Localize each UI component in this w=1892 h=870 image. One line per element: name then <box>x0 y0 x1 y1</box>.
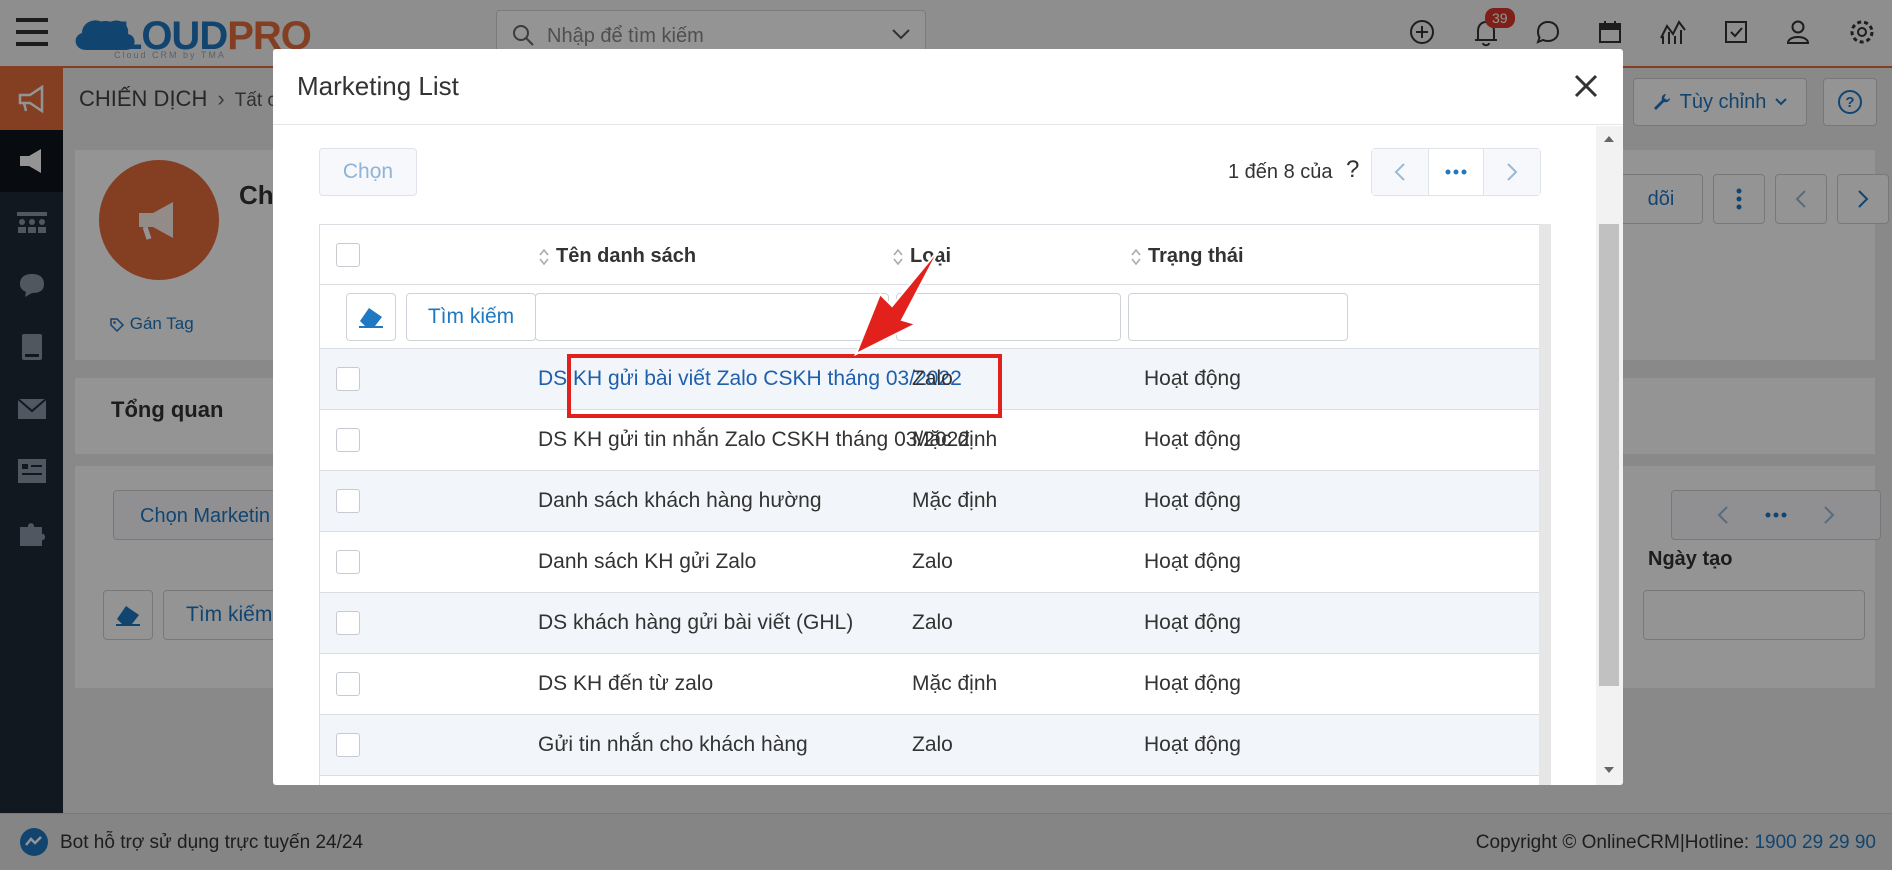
page-menu-button[interactable] <box>1428 149 1484 195</box>
row-checkbox[interactable] <box>336 428 360 452</box>
table-row[interactable]: DS KH đến từ zalo Mặc định Hoạt động <box>320 654 1540 715</box>
close-button[interactable] <box>1567 67 1605 105</box>
list-type: Zalo <box>912 367 953 390</box>
row-checkbox[interactable] <box>336 733 360 757</box>
list-status: Hoạt động <box>1144 550 1241 573</box>
filter-name-input[interactable] <box>535 293 889 341</box>
list-name-link[interactable]: DS KH gửi bài viết Zalo CSKH tháng 03/20… <box>538 367 962 391</box>
column-name-label: Tên danh sách <box>556 245 697 267</box>
list-status: Hoạt động <box>1144 733 1241 756</box>
pagination-text: 1 đến 8 của <box>1228 161 1333 183</box>
column-type-label: Loại <box>910 245 952 267</box>
close-icon <box>1573 73 1599 99</box>
select-button[interactable]: Chọn <box>319 148 417 196</box>
next-page-button[interactable] <box>1484 149 1540 195</box>
modal-header: Marketing List <box>273 49 1623 125</box>
prev-page-button[interactable] <box>1372 149 1428 195</box>
row-checkbox[interactable] <box>336 550 360 574</box>
list-name[interactable]: DS khách hàng gửi bài viết (GHL) <box>538 611 853 635</box>
table-row[interactable]: Danh sách khách hàng hường Mặc định Hoạt… <box>320 471 1540 532</box>
marketing-list-modal: Marketing List Chọn 1 đến 8 của ? Tên da… <box>273 49 1623 785</box>
list-status: Hoạt động <box>1144 611 1241 634</box>
list-name[interactable]: DS KH gửi tin nhắn Zalo CSKH tháng 03/20… <box>538 428 970 452</box>
list-type: Mặc định <box>912 672 998 695</box>
eraser-icon <box>357 305 385 329</box>
list-type: Zalo <box>912 733 953 756</box>
table-row[interactable]: Gửi tin nhắn cho khách hàng Zalo Hoạt độ… <box>320 715 1540 776</box>
row-checkbox[interactable] <box>336 672 360 696</box>
clear-filter-button[interactable] <box>346 293 396 341</box>
row-checkbox[interactable] <box>336 489 360 513</box>
table-row[interactable]: DS khách hàng gửi bài viết (GHL) Zalo Ho… <box>320 593 1540 654</box>
column-name[interactable]: Tên danh sách <box>538 245 696 268</box>
list-name[interactable]: Danh sách khách hàng hường <box>538 489 822 513</box>
table-header: Tên danh sách Loại Trạng thái <box>320 225 1550 285</box>
table-row[interactable]: Danh sách KH gửi Zalo Zalo Hoạt động <box>320 532 1540 593</box>
row-checkbox[interactable] <box>336 611 360 635</box>
row-checkbox[interactable] <box>336 367 360 391</box>
scroll-down-icon[interactable] <box>1602 765 1616 775</box>
chevron-left-icon <box>1394 162 1406 182</box>
marketing-list-table: Tên danh sách Loại Trạng thái Tìm kiếm D… <box>319 224 1551 785</box>
list-name[interactable]: Gửi tin nhắn cho khách hàng <box>538 733 808 757</box>
list-type: Mặc định <box>912 428 998 451</box>
column-status-label: Trạng thái <box>1148 245 1244 267</box>
chevron-right-icon <box>1506 162 1518 182</box>
table-scrollbar[interactable] <box>1539 224 1551 785</box>
pagination <box>1371 148 1541 196</box>
select-all-checkbox[interactable] <box>336 243 360 267</box>
scroll-up-icon[interactable] <box>1602 134 1616 144</box>
list-name[interactable]: DS KH đến từ zalo <box>538 672 713 696</box>
column-type[interactable]: Loại <box>892 245 951 268</box>
sort-icon <box>1131 248 1141 265</box>
sort-icon <box>893 248 903 265</box>
total-count-unknown[interactable]: ? <box>1346 156 1359 184</box>
scroll-thumb[interactable] <box>1599 224 1619 686</box>
more-horizontal-icon <box>1445 169 1467 175</box>
list-status: Hoạt động <box>1144 672 1241 695</box>
modal-title: Marketing List <box>297 71 459 101</box>
modal-scrollbar[interactable] <box>1596 126 1623 785</box>
filter-row: Tìm kiếm <box>320 285 1550 349</box>
sort-icon <box>539 248 549 265</box>
list-type: Zalo <box>912 611 953 634</box>
column-status[interactable]: Trạng thái <box>1130 245 1244 268</box>
modal-body: Chọn 1 đến 8 của ? Tên danh sách Loại Tr… <box>273 126 1623 785</box>
list-type: Zalo <box>912 550 953 573</box>
table-row[interactable]: DS KH gửi tin nhắn Zalo CSKH tháng 03/20… <box>320 410 1540 471</box>
list-name[interactable]: Danh sách KH gửi Zalo <box>538 550 756 574</box>
list-status: Hoạt động <box>1144 428 1241 451</box>
list-status: Hoạt động <box>1144 489 1241 512</box>
filter-type-input[interactable] <box>896 293 1121 341</box>
list-type: Mặc định <box>912 489 998 512</box>
table-row[interactable]: DS KH gửi bài viết Zalo CSKH tháng 03/20… <box>320 349 1540 410</box>
search-button[interactable]: Tìm kiếm <box>406 293 536 341</box>
list-status: Hoạt động <box>1144 367 1241 390</box>
filter-status-input[interactable] <box>1128 293 1348 341</box>
